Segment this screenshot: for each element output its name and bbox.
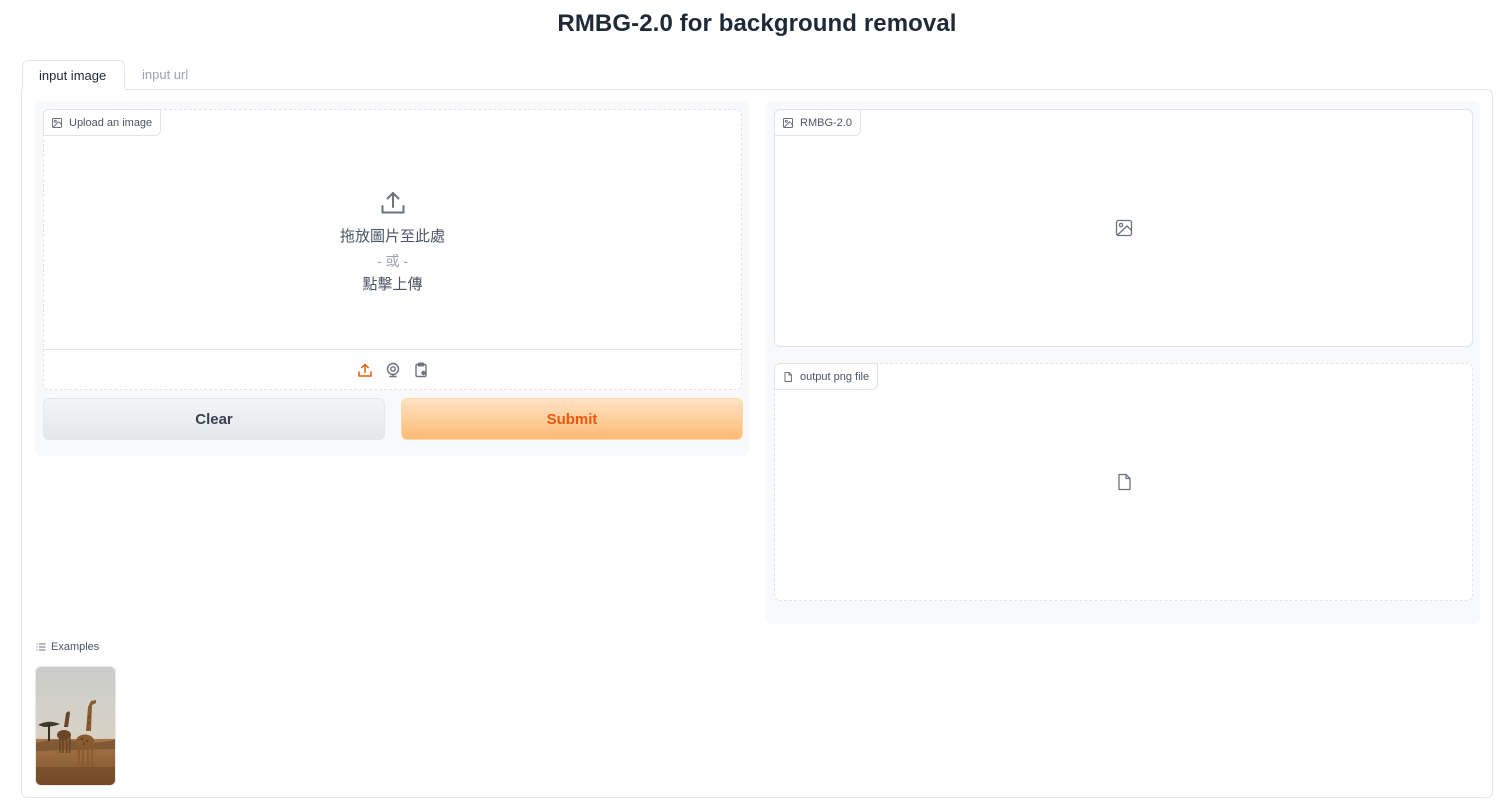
clear-button[interactable]: Clear	[43, 398, 385, 440]
or-text: - 或 -	[376, 253, 409, 269]
upload-icon	[357, 363, 372, 377]
examples-label: Examples	[36, 641, 99, 653]
output-image-label-text: RMBG-2.0	[800, 116, 852, 129]
image-icon	[783, 117, 793, 128]
clipboard-icon	[414, 362, 427, 377]
source-webcam-button[interactable]	[384, 361, 402, 379]
tab-panel: Upload an image 拖放圖片至此處 - 或 - 點擊上傳 Clear…	[21, 89, 1493, 798]
list-icon	[36, 643, 46, 651]
drop-text: 拖放圖片至此處	[339, 228, 445, 245]
image-placeholder-icon	[1115, 219, 1132, 237]
output-file-label: output png file	[774, 363, 879, 390]
tab-input-url[interactable]: input url	[126, 60, 204, 90]
output-file-label-text: output png file	[800, 370, 870, 383]
source-clipboard-button[interactable]	[412, 361, 430, 379]
input-column: Upload an image 拖放圖片至此處 - 或 - 點擊上傳 Clear…	[35, 101, 749, 456]
output-image-block: RMBG-2.0	[774, 109, 1473, 347]
upload-label-text: Upload an image	[69, 116, 153, 129]
output-file-block: output png file	[774, 363, 1473, 601]
tab-input-image[interactable]: input image	[22, 60, 125, 90]
example-giraffes-thumbnail[interactable]	[35, 666, 116, 786]
click-upload-text: 點擊上傳	[362, 276, 423, 293]
upload-block-label: Upload an image	[43, 109, 162, 136]
examples-label-text: Examples	[51, 641, 100, 653]
page-title: RMBG-2.0 for background removal	[557, 10, 957, 37]
file-placeholder-icon	[1117, 473, 1131, 491]
webcam-icon	[386, 362, 399, 377]
output-image-label: RMBG-2.0	[774, 109, 861, 136]
source-upload-button[interactable]	[356, 361, 374, 379]
source-selector	[44, 349, 741, 389]
file-icon	[784, 371, 792, 382]
giraffe-photo	[36, 667, 115, 785]
image-icon	[52, 117, 62, 128]
output-column: RMBG-2.0 output png file	[766, 101, 1480, 624]
upload-icon	[381, 192, 404, 214]
submit-button[interactable]: Submit	[401, 398, 743, 440]
image-upload-block: Upload an image 拖放圖片至此處 - 或 - 點擊上傳	[43, 109, 742, 390]
upload-dropzone[interactable]: 拖放圖片至此處 - 或 - 點擊上傳	[44, 136, 741, 350]
